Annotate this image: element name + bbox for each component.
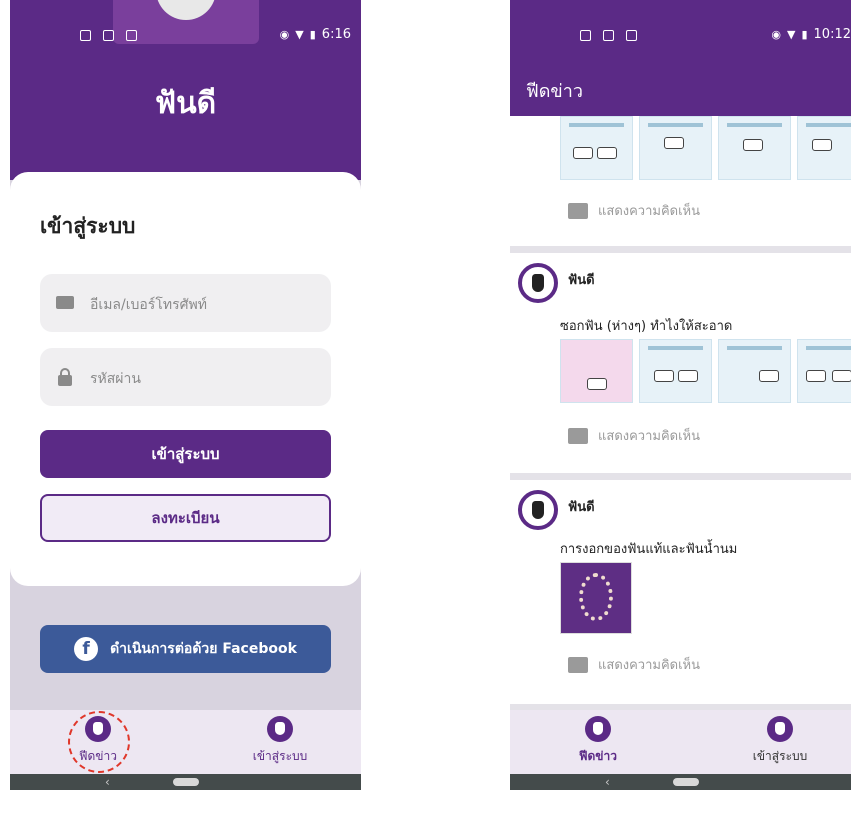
comment-icon bbox=[568, 427, 588, 444]
tooth-icon bbox=[267, 716, 293, 742]
post-author: ฟันดี bbox=[568, 273, 595, 288]
status-time: 10:12 bbox=[813, 27, 851, 42]
post-text: การงอกของฟันแท้และฟันน้ำนม bbox=[560, 542, 738, 557]
system-nav-bar: ‹ bbox=[510, 774, 851, 790]
author-avatar[interactable] bbox=[518, 263, 558, 303]
comment-label: แสดงความคิดเห็น bbox=[598, 204, 701, 219]
status-time: 6:16 bbox=[321, 27, 351, 42]
bottom-nav: ฟีดข่าว เข้าสู่ระบบ bbox=[10, 710, 361, 774]
battery-icon: ▮ bbox=[309, 28, 316, 41]
comment-button[interactable]: แสดงความคิดเห็น bbox=[568, 425, 700, 446]
vibrate-icon: ◉ bbox=[771, 28, 781, 41]
post-image[interactable] bbox=[639, 339, 712, 403]
comment-label: แสดงความคิดเห็น bbox=[598, 429, 701, 444]
post-image[interactable] bbox=[797, 116, 851, 180]
system-nav-bar: ‹ bbox=[10, 774, 361, 790]
facebook-button-label: ดำเนินการต่อด้วย Facebook bbox=[110, 641, 297, 657]
app-title: ฟันดี bbox=[154, 86, 217, 121]
author-avatar[interactable] bbox=[518, 490, 558, 530]
home-button[interactable] bbox=[173, 778, 199, 786]
nav-feed[interactable]: ฟีดข่าว bbox=[538, 716, 658, 766]
password-field[interactable]: รหัสผ่าน bbox=[40, 348, 331, 406]
status-right: ◉ ▼ ▮ 6:16 bbox=[280, 27, 351, 42]
mail-icon bbox=[56, 294, 74, 312]
status-bar: ◉ ▼ ▮ 10:12 bbox=[510, 0, 851, 60]
app-header: ฟันดี bbox=[10, 60, 361, 180]
wifi-icon: ▼ bbox=[787, 28, 796, 41]
back-icon[interactable]: ‹ bbox=[105, 774, 110, 790]
post-image[interactable] bbox=[560, 339, 633, 403]
feed-header: ฟีดข่าว bbox=[510, 60, 851, 116]
post-card: ฟันดี การงอกของฟันแท้และฟันน้ำนม แสดงควา… bbox=[510, 480, 851, 704]
feed-screen: ◉ ▼ ▮ 10:12 ฟีดข่าว แสดงความคิดเห็น ฟันด… bbox=[510, 0, 851, 790]
comment-icon bbox=[568, 202, 588, 219]
lock-icon bbox=[56, 368, 74, 386]
nav-login-label: เข้าสู่ระบบ bbox=[252, 749, 308, 763]
notification-icons bbox=[580, 30, 637, 41]
login-card: เข้าสู่ระบบ อีเมล/เบอร์โทรศัพท์ รหัสผ่าน… bbox=[10, 172, 361, 586]
email-placeholder: อีเมล/เบอร์โทรศัพท์ bbox=[90, 297, 207, 313]
post-images[interactable] bbox=[560, 116, 851, 180]
post-author: ฟันดี bbox=[568, 500, 595, 515]
facebook-icon: f bbox=[74, 637, 99, 661]
highlight-annotation bbox=[68, 711, 130, 773]
register-button[interactable]: ลงทะเบียน bbox=[40, 494, 331, 542]
comment-button[interactable]: แสดงความคิดเห็น bbox=[568, 654, 700, 675]
login-screen: ◉ ▼ ▮ 6:16 ฟันดี เข้าสู่ระบบ อีเมล/เบอร์… bbox=[10, 0, 361, 790]
post-image[interactable] bbox=[718, 116, 791, 180]
login-button[interactable]: เข้าสู่ระบบ bbox=[40, 430, 331, 478]
post-image[interactable] bbox=[560, 116, 633, 180]
tooth-icon bbox=[767, 716, 793, 742]
back-icon[interactable]: ‹ bbox=[605, 774, 610, 790]
post-card: ฟันดี ซอกฟัน (ห่างๆ) ทำไงให้สะอาด แสดงคว… bbox=[510, 253, 851, 473]
wifi-icon: ▼ bbox=[295, 28, 304, 41]
email-field[interactable]: อีเมล/เบอร์โทรศัพท์ bbox=[40, 274, 331, 332]
post-text: ซอกฟัน (ห่างๆ) ทำไงให้สะอาด bbox=[560, 319, 733, 334]
login-heading: เข้าสู่ระบบ bbox=[40, 214, 136, 238]
bottom-nav: ฟีดข่าว เข้าสู่ระบบ bbox=[510, 710, 851, 774]
post-images[interactable] bbox=[560, 339, 851, 403]
nav-feed-label: ฟีดข่าว bbox=[579, 749, 617, 763]
notification-icons bbox=[80, 30, 137, 41]
nav-login[interactable]: เข้าสู่ระบบ bbox=[220, 716, 340, 766]
home-button[interactable] bbox=[673, 778, 699, 786]
tooth-icon bbox=[585, 716, 611, 742]
post-image[interactable] bbox=[718, 339, 791, 403]
vibrate-icon: ◉ bbox=[279, 28, 290, 41]
status-right: ◉ ▼ ▮ 10:12 bbox=[771, 27, 851, 42]
post-image[interactable] bbox=[797, 339, 851, 403]
nav-login[interactable]: เข้าสู่ระบบ bbox=[720, 716, 840, 766]
nav-login-label: เข้าสู่ระบบ bbox=[752, 749, 808, 763]
facebook-login-button[interactable]: f ดำเนินการต่อด้วย Facebook bbox=[40, 625, 331, 673]
post-image[interactable] bbox=[560, 562, 632, 634]
status-bar: ◉ ▼ ▮ 6:16 bbox=[10, 0, 361, 60]
password-placeholder: รหัสผ่าน bbox=[90, 371, 141, 387]
comment-icon bbox=[568, 656, 588, 673]
comment-button[interactable]: แสดงความคิดเห็น bbox=[568, 200, 700, 221]
post-image[interactable] bbox=[639, 116, 712, 180]
battery-icon: ▮ bbox=[801, 28, 808, 41]
post-card: แสดงความคิดเห็น bbox=[510, 116, 851, 246]
feed-list[interactable]: แสดงความคิดเห็น ฟันดี ซอกฟัน (ห่างๆ) ทำไ… bbox=[510, 116, 851, 710]
feed-title: ฟีดข่าว bbox=[526, 81, 583, 102]
comment-label: แสดงความคิดเห็น bbox=[598, 658, 701, 673]
